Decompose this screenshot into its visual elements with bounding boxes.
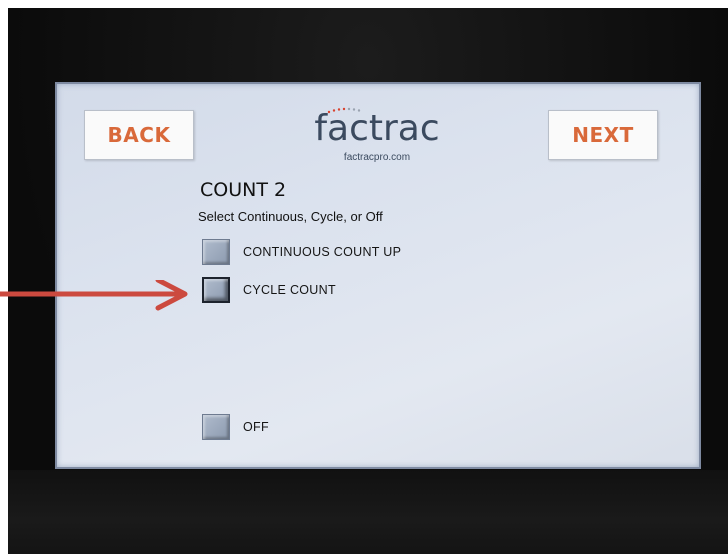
- option-label: CYCLE COUNT: [243, 283, 336, 297]
- next-button[interactable]: NEXT: [548, 110, 658, 160]
- option-cycle-count[interactable]: CYCLE COUNT: [202, 277, 336, 303]
- annotation-arrow-icon: [0, 280, 188, 311]
- page-title: COUNT 2: [200, 179, 287, 201]
- page-subtitle: Select Continuous, Cycle, or Off: [198, 209, 383, 224]
- option-label: CONTINUOUS COUNT UP: [243, 245, 402, 259]
- checkbox-cycle-count[interactable]: [202, 277, 230, 303]
- checkbox-off[interactable]: [202, 414, 230, 440]
- device-bezel-bottom: [8, 470, 728, 554]
- checkbox-continuous-count-up[interactable]: [202, 239, 230, 265]
- factrac-logo: factrac factracpro.com: [307, 102, 447, 163]
- back-button[interactable]: BACK: [84, 110, 194, 160]
- option-off[interactable]: OFF: [202, 414, 269, 440]
- logo-url: factracpro.com: [343, 152, 411, 163]
- option-label: OFF: [243, 420, 269, 434]
- logo-text: factrac: [314, 108, 440, 149]
- option-continuous-count-up[interactable]: CONTINUOUS COUNT UP: [202, 239, 401, 265]
- touch-screen: BACK factrac factracpro.com NEXT COUNT 2…: [55, 82, 701, 469]
